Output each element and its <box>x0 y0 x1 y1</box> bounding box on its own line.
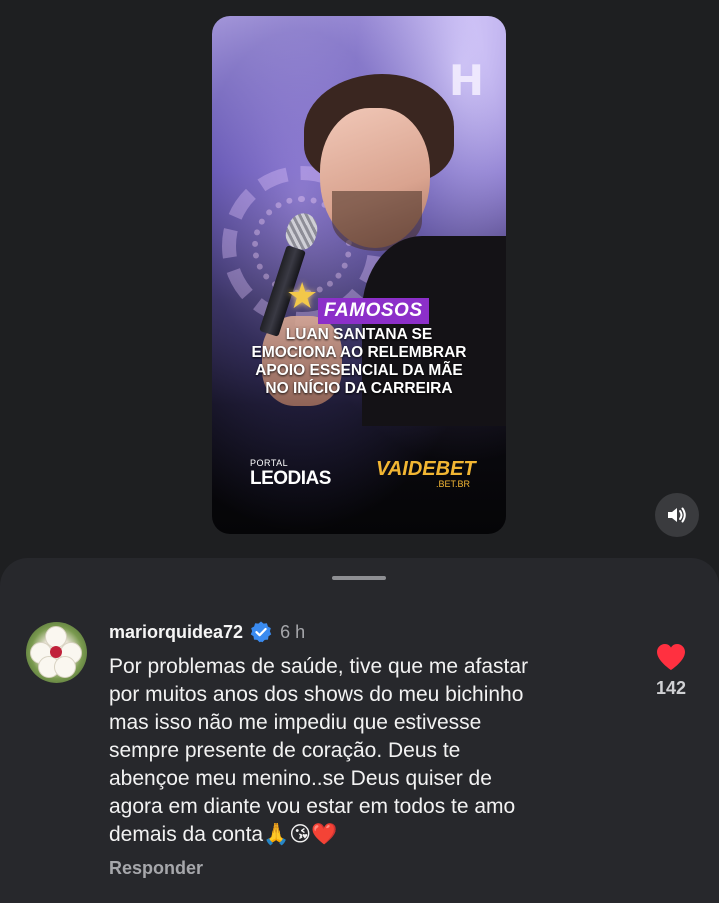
avatar[interactable] <box>26 622 87 683</box>
logo-big-text: LEODIAS <box>250 468 331 489</box>
speaker-icon <box>668 507 686 523</box>
headline-line: NO INÍCIO DA CARREIRA <box>265 380 453 397</box>
sound-toggle-button[interactable] <box>655 493 699 537</box>
backdrop-letter: H <box>448 56 484 105</box>
comment-text: Por problemas de saúde, tive que me afas… <box>109 655 529 846</box>
verified-badge-icon <box>250 621 272 643</box>
category-tag: FAMOSOS <box>318 298 429 324</box>
video-area: H ★ FAMOSOS LUAN SANTANA SE EMOCIONA AO … <box>0 0 719 570</box>
comment-username[interactable]: mariorquidea72 <box>109 622 243 643</box>
heart-icon[interactable] <box>655 642 687 672</box>
drag-handle[interactable] <box>332 576 386 580</box>
like-count: 142 <box>655 678 687 698</box>
reply-button[interactable]: Responder <box>109 858 203 879</box>
star-icon: ★ <box>286 275 319 316</box>
avatar-flower-center <box>50 646 62 658</box>
video-headline: LUAN SANTANA SE EMOCIONA AO RELEMBRAR AP… <box>232 326 486 398</box>
logo-small-text: PORTAL <box>250 458 289 468</box>
comment-timestamp: 6 h <box>280 621 306 642</box>
comment-header: mariorquidea72 6 h <box>109 620 305 644</box>
headline-line: EMOCIONA AO RELEMBRAR <box>251 344 467 361</box>
vaidebet-logo: VAIDEBET .BET.BR <box>376 458 476 489</box>
avatar-petal <box>54 656 76 678</box>
portal-leodias-logo: PORTAL LEODIAS <box>250 458 331 490</box>
video-player[interactable]: H ★ FAMOSOS LUAN SANTANA SE EMOCIONA AO … <box>212 16 506 534</box>
headline-line: APOIO ESSENCIAL DA MÃE <box>255 362 463 379</box>
comments-sheet: mariorquidea72 6 h Por problemas de saúd… <box>0 558 719 903</box>
headline-line: LUAN SANTANA SE <box>285 326 433 343</box>
logo-big-text: VAIDEBET <box>376 458 476 480</box>
